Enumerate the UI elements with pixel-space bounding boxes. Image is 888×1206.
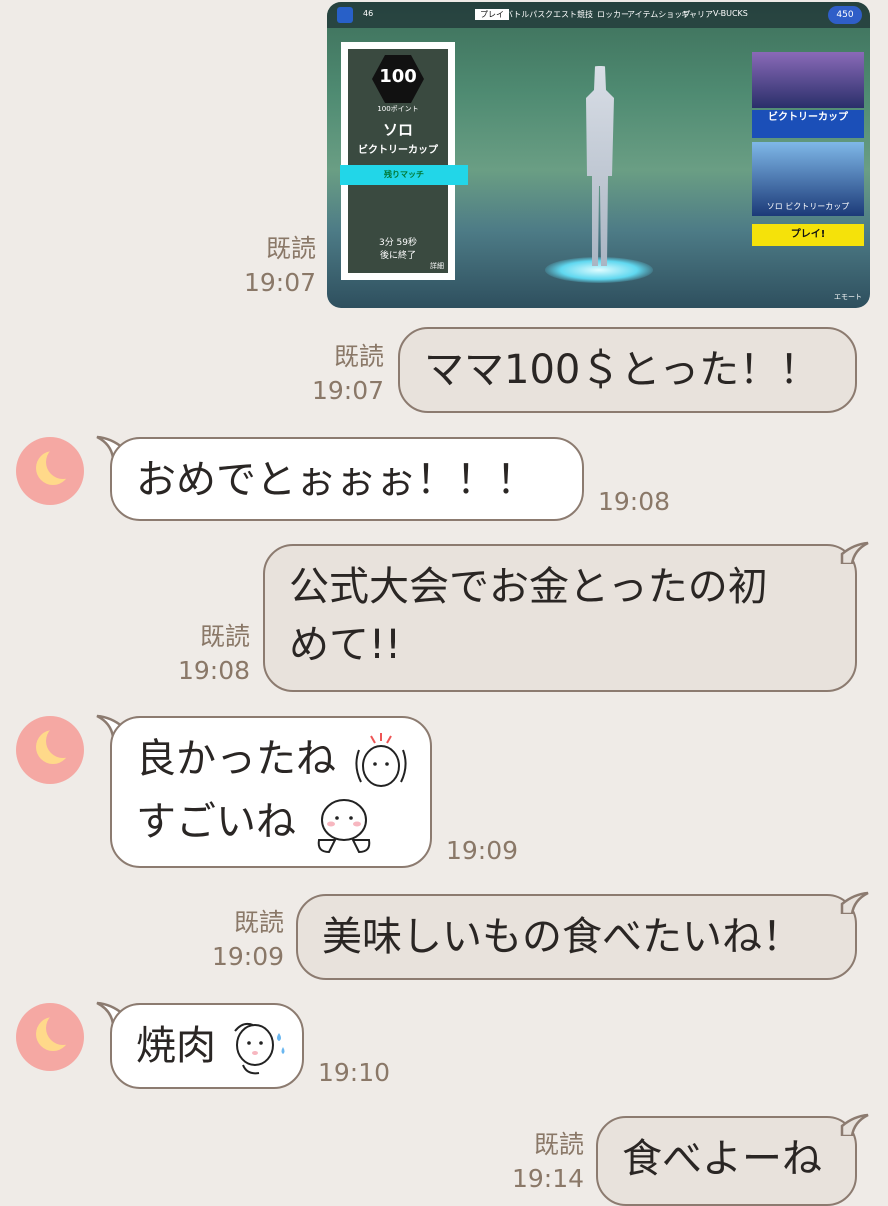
message-text: 焼肉: [136, 1023, 216, 1069]
avatar[interactable]: [16, 437, 84, 505]
right-event-title: ビクトリーカップ: [768, 112, 848, 123]
tab-locker: ロッカー: [597, 10, 629, 19]
clapping-sticker-icon: [355, 733, 407, 787]
read-label: 既読: [265, 234, 316, 263]
right-event-card: ビクトリーカップ: [752, 110, 864, 138]
details-link: 詳細: [430, 262, 444, 270]
event-timer: 3分 59秒 後に終了: [354, 237, 442, 263]
message-text-line: すごいね: [136, 799, 296, 845]
tab-vbucks: V-BUCKS: [713, 9, 748, 18]
party-count: 46: [363, 9, 374, 18]
message-bubble-outgoing[interactable]: 美味しいもの食べたいね！: [296, 894, 857, 980]
points-label: 100ポイント: [377, 105, 419, 113]
timestamp: 19:09: [211, 942, 284, 971]
matches-left-label: 残りマッチ: [340, 165, 468, 185]
read-status: 既読 19:09: [200, 906, 284, 974]
message-text-line: 公式大会でお金とったの初: [289, 564, 768, 610]
message-text: ママ100＄とった！！: [424, 347, 820, 393]
event-title: ソロ: [382, 121, 413, 139]
menu-icon: [337, 7, 353, 23]
game-screenshot-image[interactable]: 46 プレイ バトルパス クエスト 競技 ロッカー アイテムショップ キャリア …: [327, 2, 870, 308]
read-status: 既読 19:14: [500, 1128, 584, 1196]
character-pedestal: [545, 257, 653, 283]
battlepass-card: [752, 52, 864, 108]
timestamp: 19:08: [598, 487, 671, 516]
read-status: 既読 19:08: [166, 620, 250, 688]
avatar[interactable]: [16, 716, 84, 784]
play-button-in-image: プレイ!: [752, 224, 864, 246]
tab-competitive: 競技: [577, 10, 593, 19]
message-bubble-outgoing[interactable]: 公式大会でお金とったの初 めて!!: [263, 544, 857, 692]
message-bubble-incoming[interactable]: 良かったね すごいね: [110, 716, 432, 868]
event-panel: 100 100ポイント ソロ ビクトリーカップ 残りマッチ 3分 59秒 後に終…: [340, 42, 468, 280]
game-topbar: 46 プレイ バトルパス クエスト 競技 ロッカー アイテムショップ キャリア …: [327, 2, 870, 28]
read-label: 既読: [233, 908, 284, 937]
timestamp: 19:08: [177, 656, 250, 685]
mode-card-label: ソロ ビクトリーカップ: [766, 202, 850, 211]
points-hexagon: 100: [372, 55, 424, 103]
bubble-tail: [840, 1113, 869, 1136]
event-subtitle: ビクトリーカップ: [358, 145, 438, 156]
timestamp: 19:14: [511, 1164, 584, 1193]
emote-label: エモート: [834, 293, 862, 301]
timestamp: 19:09: [446, 836, 519, 865]
avatar[interactable]: [16, 1003, 84, 1071]
tab-battlepass: バトルパス: [505, 10, 546, 19]
mode-card: ソロ ビクトリーカップ: [752, 142, 864, 216]
timestamp: 19:07: [311, 376, 384, 405]
read-status: 既読 19:07: [232, 232, 316, 300]
timer-value: 3分 59秒: [378, 238, 418, 248]
message-text-line: めて!!: [289, 622, 402, 668]
character-figure: [586, 66, 614, 266]
tab-career: キャリア: [681, 10, 713, 19]
read-label: 既読: [333, 342, 384, 371]
timestamp: 19:07: [243, 268, 316, 297]
bubble-tail: [840, 891, 869, 914]
vbucks-badge: 450: [828, 6, 862, 24]
bubble-tail: [840, 541, 869, 564]
message-text: 食べよーね: [622, 1136, 822, 1182]
message-bubble-incoming[interactable]: おめでとぉぉぉ！！！: [110, 437, 584, 521]
read-status: 既読 19:07: [300, 340, 384, 408]
message-text-line: 良かったね: [136, 736, 336, 782]
message-text: 美味しいもの食べたいね！: [322, 914, 802, 960]
timer-suffix: 後に終了: [379, 251, 416, 261]
message-bubble-outgoing[interactable]: ママ100＄とった！！: [398, 327, 857, 413]
read-label: 既読: [533, 1130, 584, 1159]
message-text: おめでとぉぉぉ！！！: [136, 457, 536, 503]
timestamp: 19:10: [318, 1058, 391, 1087]
message-bubble-incoming[interactable]: 焼肉: [110, 1003, 304, 1089]
tab-quest: クエスト: [545, 10, 577, 19]
tab-play: プレイ: [475, 9, 509, 20]
cheering-sticker-icon: [317, 799, 370, 854]
sweating-sticker-icon: [233, 1022, 285, 1075]
message-bubble-outgoing[interactable]: 食べよーね: [596, 1116, 857, 1206]
read-label: 既読: [199, 622, 250, 651]
